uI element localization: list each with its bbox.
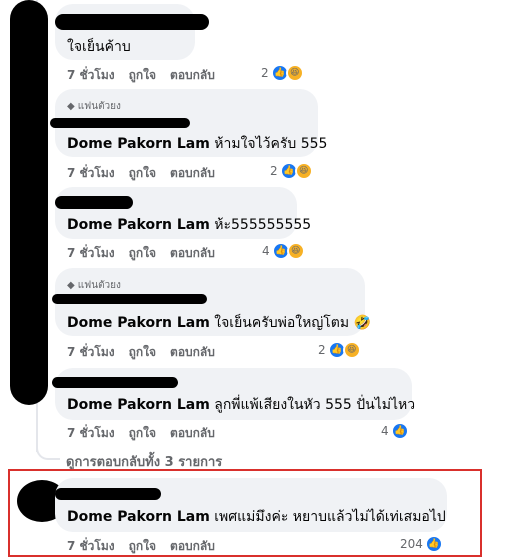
comment-author[interactable]: Dome Pakorn Lam <box>67 397 210 413</box>
like-button[interactable]: ถูกใจ <box>129 244 156 263</box>
haha-reaction-icon: 😆 <box>286 242 305 260</box>
like-reaction-icon: 👍 <box>424 535 443 553</box>
haha-reaction-icon: 😆 <box>294 162 313 180</box>
redacted-name <box>50 118 190 128</box>
reaction-count: 4 <box>262 244 270 258</box>
reply-button[interactable]: ตอบกลับ <box>170 66 215 85</box>
comment-bubble: Dome Pakorn Lam เพศแม่มึงค่ะ หยาบแล้วไม่… <box>55 478 447 532</box>
haha-reaction-icon: 😆 <box>342 341 361 359</box>
comment-bubble: ใจเย็นค้าบ <box>55 4 195 60</box>
comment-author[interactable]: Dome Pakorn Lam <box>67 136 210 152</box>
reply-button[interactable]: ตอบกลับ <box>170 164 215 183</box>
like-reaction-icon: 👍 <box>390 422 409 440</box>
comment-bubble: Dome Pakorn Lam ห้ะ555555555 <box>55 187 311 239</box>
like-button[interactable]: ถูกใจ <box>129 424 156 443</box>
haha-reaction-icon: 😆 <box>285 64 304 82</box>
comment-text: Dome Pakorn Lam ใจเย็นครับพ่อใหญ่โตม 🤣 <box>67 315 371 331</box>
comment-text: Dome Pakorn Lam เพศแม่มึงค่ะ หยาบแล้วไม่… <box>67 509 446 525</box>
like-button[interactable]: ถูกใจ <box>129 537 156 556</box>
reaction-summary[interactable]: 2 👍 😆 <box>318 341 361 359</box>
reply-button[interactable]: ตอบกลับ <box>170 343 215 362</box>
reaction-summary[interactable]: 204 👍 <box>400 535 443 553</box>
reaction-summary[interactable]: 4 👍 <box>381 422 409 440</box>
redacted-name <box>55 488 161 500</box>
reaction-summary[interactable]: 2 👍 😆 <box>270 162 313 180</box>
diamond-icon: ◆ <box>67 280 75 291</box>
redacted-name <box>55 196 133 209</box>
comment-author[interactable]: Dome Pakorn Lam <box>67 217 210 233</box>
reply-button[interactable]: ตอบกลับ <box>170 424 215 443</box>
reaction-count: 4 <box>381 424 389 438</box>
comment-time[interactable]: 7 ชั่วโมง <box>67 424 115 443</box>
redacted-name <box>55 14 209 30</box>
comment-meta: 7 ชั่วโมง ถูกใจ ตอบกลับ <box>67 343 215 362</box>
comment-time[interactable]: 7 ชั่วโมง <box>67 537 115 556</box>
comment-time[interactable]: 7 ชั่วโมง <box>67 244 115 263</box>
like-button[interactable]: ถูกใจ <box>129 164 156 183</box>
reply-button[interactable]: ตอบกลับ <box>170 244 215 263</box>
comment-text: Dome Pakorn Lam ห้ะ555555555 <box>67 217 312 233</box>
fan-badge-label: แฟนตัวยง <box>77 101 121 112</box>
reaction-summary[interactable]: 4 👍 😆 <box>262 242 305 260</box>
redacted-name <box>52 294 207 304</box>
fan-badge-label: แฟนตัวยง <box>77 280 121 291</box>
redacted-name <box>52 377 178 388</box>
reaction-count: 2 <box>270 164 278 178</box>
fan-badge: ◆ แฟนตัวยง <box>67 278 121 293</box>
comment-meta: 7 ชั่วโมง ถูกใจ ตอบกลับ <box>67 66 215 85</box>
comment-text: Dome Pakorn Lam ห้ามใจไว้ครับ 555 <box>67 136 328 152</box>
like-button[interactable]: ถูกใจ <box>129 343 156 362</box>
reaction-count: 204 <box>400 537 423 551</box>
comment-author[interactable]: Dome Pakorn Lam <box>67 509 210 525</box>
fan-badge: ◆ แฟนตัวยง <box>67 99 121 114</box>
reaction-summary[interactable]: 2 👍 😆 <box>261 64 304 82</box>
reply-button[interactable]: ตอบกลับ <box>170 537 215 556</box>
like-button[interactable]: ถูกใจ <box>129 66 156 85</box>
censor-bar <box>10 0 48 405</box>
comment-bubble: Dome Pakorn Lam ลูกพี่แพ้เสียงในหัว 555 … <box>55 368 416 420</box>
comment-time[interactable]: 7 ชั่วโมง <box>67 343 115 362</box>
comment-author[interactable]: Dome Pakorn Lam <box>67 315 210 331</box>
thread-connector <box>36 420 60 460</box>
reaction-count: 2 <box>261 66 269 80</box>
comment-time[interactable]: 7 ชั่วโมง <box>67 164 115 183</box>
comment-time[interactable]: 7 ชั่วโมง <box>67 66 115 85</box>
comment-meta: 7 ชั่วโมง ถูกใจ ตอบกลับ <box>67 164 215 183</box>
comment-meta: 7 ชั่วโมง ถูกใจ ตอบกลับ <box>67 424 215 443</box>
diamond-icon: ◆ <box>67 101 75 112</box>
comment-meta: 7 ชั่วโมง ถูกใจ ตอบกลับ <box>67 537 215 556</box>
comment-text: Dome Pakorn Lam ลูกพี่แพ้เสียงในหัว 555 … <box>67 397 416 413</box>
comment-text: ใจเย็นค้าบ <box>67 39 131 55</box>
comment-meta: 7 ชั่วโมง ถูกใจ ตอบกลับ <box>67 244 215 263</box>
reaction-count: 2 <box>318 343 326 357</box>
